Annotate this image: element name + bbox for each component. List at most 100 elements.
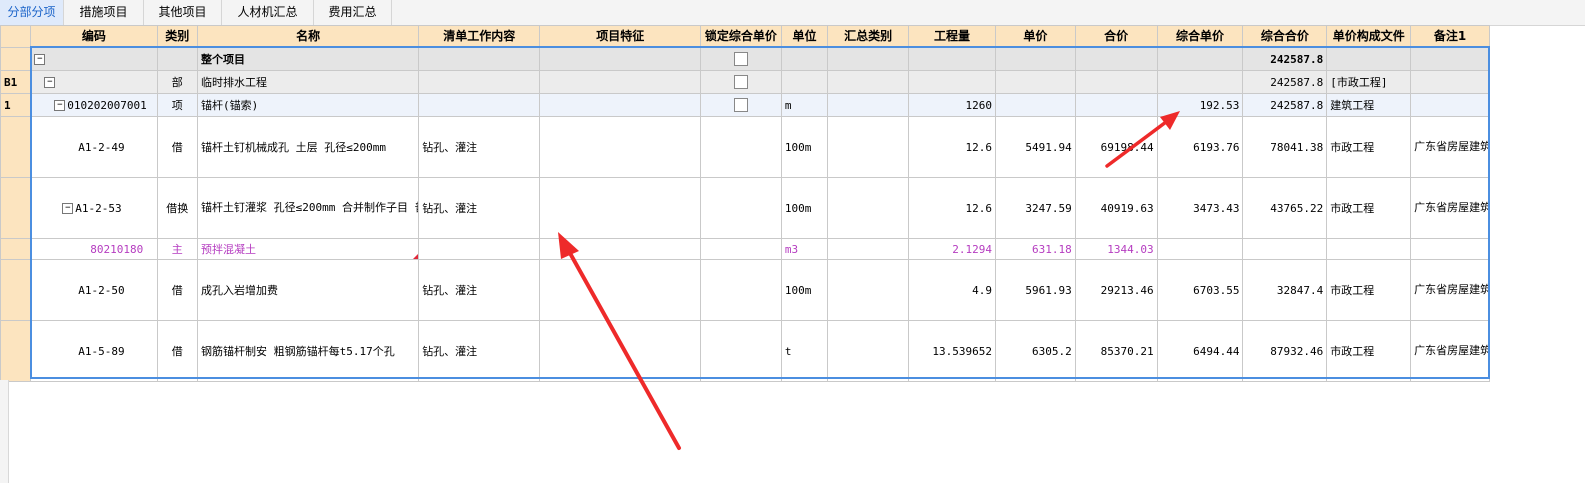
row-name[interactable]: 锚杆土钉机械成孔 土层 孔径≤200mm xyxy=(196,116,420,178)
row-file[interactable]: 市政工程 xyxy=(1326,259,1412,321)
row-content[interactable] xyxy=(418,238,541,260)
row-content[interactable]: 钻孔、灌注 xyxy=(418,116,541,178)
row-remark[interactable] xyxy=(1410,47,1490,71)
tab-cost-summary[interactable]: 费用汇总 xyxy=(314,0,392,25)
collapse-icon[interactable]: − xyxy=(62,203,74,214)
row-remark[interactable] xyxy=(1410,238,1490,260)
row-content[interactable]: 钻孔、灌注 xyxy=(418,177,541,239)
row-file[interactable]: [市政工程] xyxy=(1326,70,1412,94)
collapse-icon[interactable]: − xyxy=(34,54,46,65)
row-content[interactable]: 钻孔、灌注 xyxy=(418,259,541,321)
col-code[interactable]: 编码 xyxy=(30,25,158,48)
row-unit[interactable] xyxy=(780,47,829,71)
row-content[interactable]: 钻孔、灌注 xyxy=(418,320,541,382)
tab-fenbu[interactable]: 分部分项 xyxy=(0,0,64,25)
row-file[interactable] xyxy=(1326,238,1412,260)
row-qty[interactable]: 13.539652 xyxy=(908,320,996,382)
row-feature[interactable] xyxy=(539,47,702,71)
row-feature[interactable] xyxy=(539,93,702,117)
row-price[interactable]: 5961.93 xyxy=(994,259,1076,321)
row-unit[interactable] xyxy=(780,70,829,94)
row-sumtype[interactable] xyxy=(827,93,910,117)
row-remark[interactable] xyxy=(1410,70,1490,94)
row-sumtype[interactable] xyxy=(827,238,910,260)
row-unit[interactable]: m3 xyxy=(780,238,829,260)
col-remark[interactable]: 备注1 xyxy=(1410,25,1490,48)
row-remark[interactable]: 广东省房屋建筑与装饰工程综合定额(2018) xyxy=(1410,320,1490,382)
row-qty[interactable] xyxy=(908,47,996,71)
row-name[interactable]: 整个项目 xyxy=(196,47,420,71)
row-price[interactable]: 631.18 xyxy=(994,238,1076,260)
row-feature[interactable] xyxy=(539,70,702,94)
row-price[interactable]: 3247.59 xyxy=(994,177,1076,239)
row-price[interactable] xyxy=(994,47,1076,71)
row-content[interactable] xyxy=(418,93,541,117)
row-content[interactable] xyxy=(418,47,541,71)
row-name[interactable]: 锚杆土钉灌浆 孔径≤200mm 合并制作子目 普通预拌混凝土 碎石粒径综合考虑C… xyxy=(196,177,420,239)
row-feature[interactable] xyxy=(539,177,702,239)
row-remark[interactable]: 广东省房屋建筑与装饰工程综合定额(2018) xyxy=(1410,259,1490,321)
row-name[interactable]: 预拌混凝土 xyxy=(196,238,420,260)
table-row[interactable]: 1 −010202007001 项 锚杆(锚索) m 1260 192.53 2… xyxy=(0,93,1490,117)
lock-checkbox[interactable] xyxy=(733,52,748,66)
col-work-content[interactable]: 清单工作内容 xyxy=(418,25,541,48)
row-name[interactable]: 锚杆(锚索) xyxy=(196,93,420,117)
col-unit-price[interactable]: 单价 xyxy=(994,25,1076,48)
row-unit[interactable]: t xyxy=(780,320,829,382)
row-qty[interactable]: 12.6 xyxy=(908,116,996,178)
col-feature[interactable]: 项目特征 xyxy=(539,25,702,48)
table-row[interactable]: −A1-2-53 借换 锚杆土钉灌浆 孔径≤200mm 合并制作子目 普通预拌混… xyxy=(0,177,1490,239)
lock-checkbox[interactable] xyxy=(733,75,748,89)
row-feature[interactable] xyxy=(539,259,702,321)
col-unit[interactable]: 单位 xyxy=(780,25,829,48)
row-sumtype[interactable] xyxy=(827,70,910,94)
col-lock-price[interactable]: 锁定综合单价 xyxy=(700,25,782,48)
row-unit[interactable]: 100m xyxy=(780,116,829,178)
row-sumtype[interactable] xyxy=(827,47,910,71)
row-feature[interactable] xyxy=(539,238,702,260)
row-sumtype[interactable] xyxy=(827,259,910,321)
table-row[interactable]: A1-2-49 借 锚杆土钉机械成孔 土层 孔径≤200mm 钻孔、灌注 100… xyxy=(0,116,1490,178)
row-feature[interactable] xyxy=(539,320,702,382)
row-content[interactable] xyxy=(418,70,541,94)
table-row[interactable]: A1-5-89 借 钢筋锚杆制安 粗钢筋锚杆每t5.17个孔 钻孔、灌注 t 1… xyxy=(0,320,1490,382)
row-qty[interactable]: 2.1294 xyxy=(908,238,996,260)
row-name[interactable]: 钢筋锚杆制安 粗钢筋锚杆每t5.17个孔 xyxy=(196,320,420,382)
row-sumtype[interactable] xyxy=(827,320,910,382)
row-qty[interactable]: 1260 xyxy=(908,93,996,117)
row-remark[interactable]: 广东省房屋建筑与装饰工程综合定额(2018) xyxy=(1410,177,1490,239)
collapse-icon[interactable]: − xyxy=(44,77,56,88)
row-qty[interactable]: 4.9 xyxy=(908,259,996,321)
row-file[interactable]: 市政工程 xyxy=(1326,116,1412,178)
col-type[interactable]: 类别 xyxy=(156,25,198,48)
col-total[interactable]: 合价 xyxy=(1074,25,1158,48)
row-name[interactable]: 成孔入岩增加费 xyxy=(196,259,420,321)
col-comp-price[interactable]: 综合单价 xyxy=(1156,25,1244,48)
col-price-file[interactable]: 单价构成文件 xyxy=(1326,25,1412,48)
collapse-icon[interactable]: − xyxy=(54,100,66,111)
row-file[interactable]: 市政工程 xyxy=(1326,320,1412,382)
table-row[interactable]: − 整个项目 242587.8 xyxy=(0,47,1490,71)
col-sum-type[interactable]: 汇总类别 xyxy=(827,25,910,48)
row-file[interactable] xyxy=(1326,47,1412,71)
row-price[interactable] xyxy=(994,70,1076,94)
row-file[interactable]: 建筑工程 xyxy=(1326,93,1412,117)
row-feature[interactable] xyxy=(539,116,702,178)
col-comp-total[interactable]: 综合合价 xyxy=(1242,25,1328,48)
tab-other[interactable]: 其他项目 xyxy=(144,0,222,25)
col-quantity[interactable]: 工程量 xyxy=(908,25,996,48)
row-price[interactable] xyxy=(994,93,1076,117)
table-row[interactable]: A1-2-50 借 成孔入岩增加费 钻孔、灌注 100m 4.9 5961.93… xyxy=(0,259,1490,321)
row-price[interactable]: 5491.94 xyxy=(994,116,1076,178)
row-sumtype[interactable] xyxy=(827,116,910,178)
row-price[interactable]: 6305.2 xyxy=(994,320,1076,382)
tab-measures[interactable]: 措施项目 xyxy=(64,0,144,25)
row-name[interactable]: 临时排水工程 xyxy=(196,70,420,94)
row-unit[interactable]: 100m xyxy=(780,259,829,321)
row-unit[interactable]: m xyxy=(780,93,829,117)
row-unit[interactable]: 100m xyxy=(780,177,829,239)
row-remark[interactable] xyxy=(1410,93,1490,117)
lock-checkbox[interactable] xyxy=(733,98,748,112)
table-row[interactable]: 80210180 主 预拌混凝土 m3 2.1294 631.18 1344.0… xyxy=(0,238,1490,260)
tab-labor-material[interactable]: 人材机汇总 xyxy=(222,0,314,25)
